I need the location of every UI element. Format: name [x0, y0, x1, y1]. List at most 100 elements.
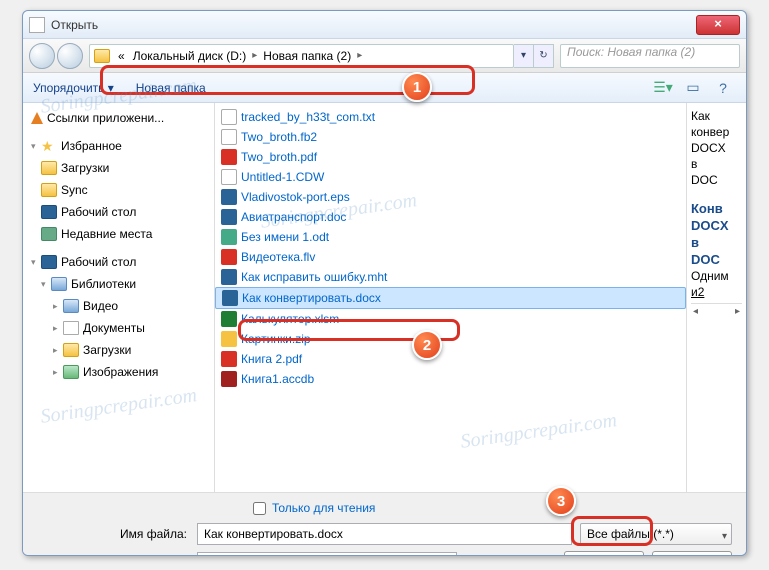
refresh-button[interactable]: ↻ [534, 44, 554, 68]
version-combo[interactable]: Текущая версия [197, 552, 457, 556]
nav-row: « Локальный диск (D:) ▸ Новая папка (2) … [23, 39, 746, 73]
fb2-icon [221, 129, 237, 145]
sidebar-sync[interactable]: Sync [23, 179, 214, 201]
vlc-icon [31, 112, 43, 124]
nav-forward-button[interactable] [57, 43, 83, 69]
chevron-right-icon[interactable]: ▸ [355, 50, 364, 61]
breadcrumb-prefix[interactable]: « [114, 49, 129, 63]
file-name: Авиатранспорт.doc [241, 208, 346, 226]
search-input[interactable]: Поиск: Новая папка (2) [560, 44, 740, 68]
sidebar-app-links[interactable]: Ссылки приложени... [23, 107, 214, 129]
docword-icon [222, 290, 238, 306]
sidebar-desktop[interactable]: Рабочий стол [23, 201, 214, 223]
file-name: Two_broth.fb2 [241, 128, 317, 146]
close-button[interactable]: × [696, 15, 740, 35]
preview-toggle-button[interactable]: ▭ [680, 77, 706, 99]
file-item[interactable]: tracked_by_h33t_com.txt [215, 107, 686, 127]
file-list[interactable]: tracked_by_h33t_com.txt Two_broth.fb2 Two_… [215, 103, 686, 492]
filename-label: Имя файла: [37, 527, 197, 541]
breadcrumb[interactable]: « Локальный диск (D:) ▸ Новая папка (2) … [89, 44, 514, 68]
pictures-icon [63, 365, 79, 379]
file-name: Vladivostok-port.eps [241, 188, 350, 206]
zip-icon [221, 331, 237, 347]
file-item[interactable]: Картинки.zip [215, 329, 686, 349]
pdf-icon [221, 351, 237, 367]
sidebar-documents[interactable]: ▸Документы [23, 317, 214, 339]
file-name: Книга 2.pdf [241, 350, 302, 368]
breadcrumb-disk[interactable]: Локальный диск (D:) [129, 49, 251, 63]
file-item[interactable]: Two_broth.fb2 [215, 127, 686, 147]
file-item[interactable]: Как исправить ошибку.mht [215, 267, 686, 287]
odt-icon [221, 229, 237, 245]
app-icon [29, 17, 45, 33]
file-item[interactable]: Авиатранспорт.doc [215, 207, 686, 227]
folder-icon [94, 49, 110, 63]
help-button[interactable]: ? [710, 77, 736, 99]
sidebar-recent[interactable]: Недавние места [23, 223, 214, 245]
file-name: tracked_by_h33t_com.txt [241, 108, 375, 126]
file-item[interactable]: Two_broth.pdf [215, 147, 686, 167]
chevron-right-icon: ▸ [53, 297, 63, 315]
sidebar-desktop2[interactable]: ▾Рабочий стол [23, 251, 214, 273]
sidebar: Ссылки приложени... ▾★Избранное Загрузки… [23, 103, 215, 492]
readonly-label[interactable]: Только для чтения [272, 501, 375, 515]
breadcrumb-folder[interactable]: Новая папка (2) [259, 49, 355, 63]
filename-input[interactable]: Как конвертировать.docx [197, 523, 572, 545]
folder-icon [41, 161, 57, 175]
filetype-combo[interactable]: Все файлы (*.*) [580, 523, 732, 545]
chevron-down-icon: ▾ [31, 253, 41, 271]
chevron-right-icon: ▸ [53, 341, 63, 359]
open-dialog: Открыть × « Локальный диск (D:) ▸ Новая … [22, 10, 747, 556]
flv-icon [221, 249, 237, 265]
file-name: Картинки.zip [241, 330, 311, 348]
nav-back-button[interactable] [29, 43, 55, 69]
open-button[interactable]: Открыть [564, 551, 644, 556]
new-folder-button[interactable]: Новая папка [136, 81, 206, 95]
preview-pane: Как конвер DOCX в DOC Конв DOCX в DOC Од… [686, 103, 746, 492]
library-icon [51, 277, 67, 291]
titlebar: Открыть × [23, 11, 746, 39]
xlsm-icon [221, 311, 237, 327]
sidebar-downloads2[interactable]: ▸Загрузки [23, 339, 214, 361]
file-name: Как конвертировать.docx [242, 289, 381, 307]
document-icon [63, 321, 79, 335]
file-name: Видеотека.flv [241, 248, 315, 266]
cancel-button[interactable]: Отмена [652, 551, 732, 556]
bottom-panel: Только для чтения Имя файла: Как конверт… [23, 493, 746, 556]
chevron-down-icon: ▾ [31, 137, 41, 155]
desktop-icon [41, 205, 57, 219]
sidebar-libraries[interactable]: ▾Библиотеки [23, 273, 214, 295]
folder-icon [63, 343, 79, 357]
video-icon [63, 299, 79, 313]
desktop-icon [41, 255, 57, 269]
file-item[interactable]: Калькулятор.xlsm [215, 309, 686, 329]
organize-menu[interactable]: Упорядочить ▾ [33, 81, 114, 95]
file-name: Untitled-1.CDW [241, 168, 324, 186]
file-item[interactable]: Как конвертировать.docx [215, 287, 686, 309]
file-name: Two_broth.pdf [241, 148, 317, 166]
chevron-right-icon[interactable]: ▸ [250, 50, 259, 61]
file-name: Как исправить ошибку.mht [241, 268, 387, 286]
breadcrumb-dropdown[interactable]: ▾ [514, 44, 534, 68]
file-item[interactable]: Видеотека.flv [215, 247, 686, 267]
txt-icon [221, 109, 237, 125]
file-name: Книга1.accdb [241, 370, 314, 388]
view-mode-button[interactable]: ☰▾ [650, 77, 676, 99]
docword-icon [221, 209, 237, 225]
file-item[interactable]: Без имени 1.odt [215, 227, 686, 247]
sidebar-favorites[interactable]: ▾★Избранное [23, 135, 214, 157]
sidebar-video[interactable]: ▸Видео [23, 295, 214, 317]
chevron-right-icon: ▸ [53, 363, 63, 381]
recent-icon [41, 227, 57, 241]
file-item[interactable]: Vladivostok-port.eps [215, 187, 686, 207]
preview-scrollbar[interactable]: ◂▸ [691, 303, 742, 319]
readonly-checkbox[interactable] [253, 502, 266, 515]
file-item[interactable]: Книга1.accdb [215, 369, 686, 389]
file-item[interactable]: Untitled-1.CDW [215, 167, 686, 187]
mht-icon [221, 269, 237, 285]
chevron-right-icon: ▸ [53, 319, 63, 337]
file-item[interactable]: Книга 2.pdf [215, 349, 686, 369]
sidebar-downloads[interactable]: Загрузки [23, 157, 214, 179]
sidebar-pictures[interactable]: ▸Изображения [23, 361, 214, 383]
toolbar: Упорядочить ▾ Новая папка ☰▾ ▭ ? [23, 73, 746, 103]
